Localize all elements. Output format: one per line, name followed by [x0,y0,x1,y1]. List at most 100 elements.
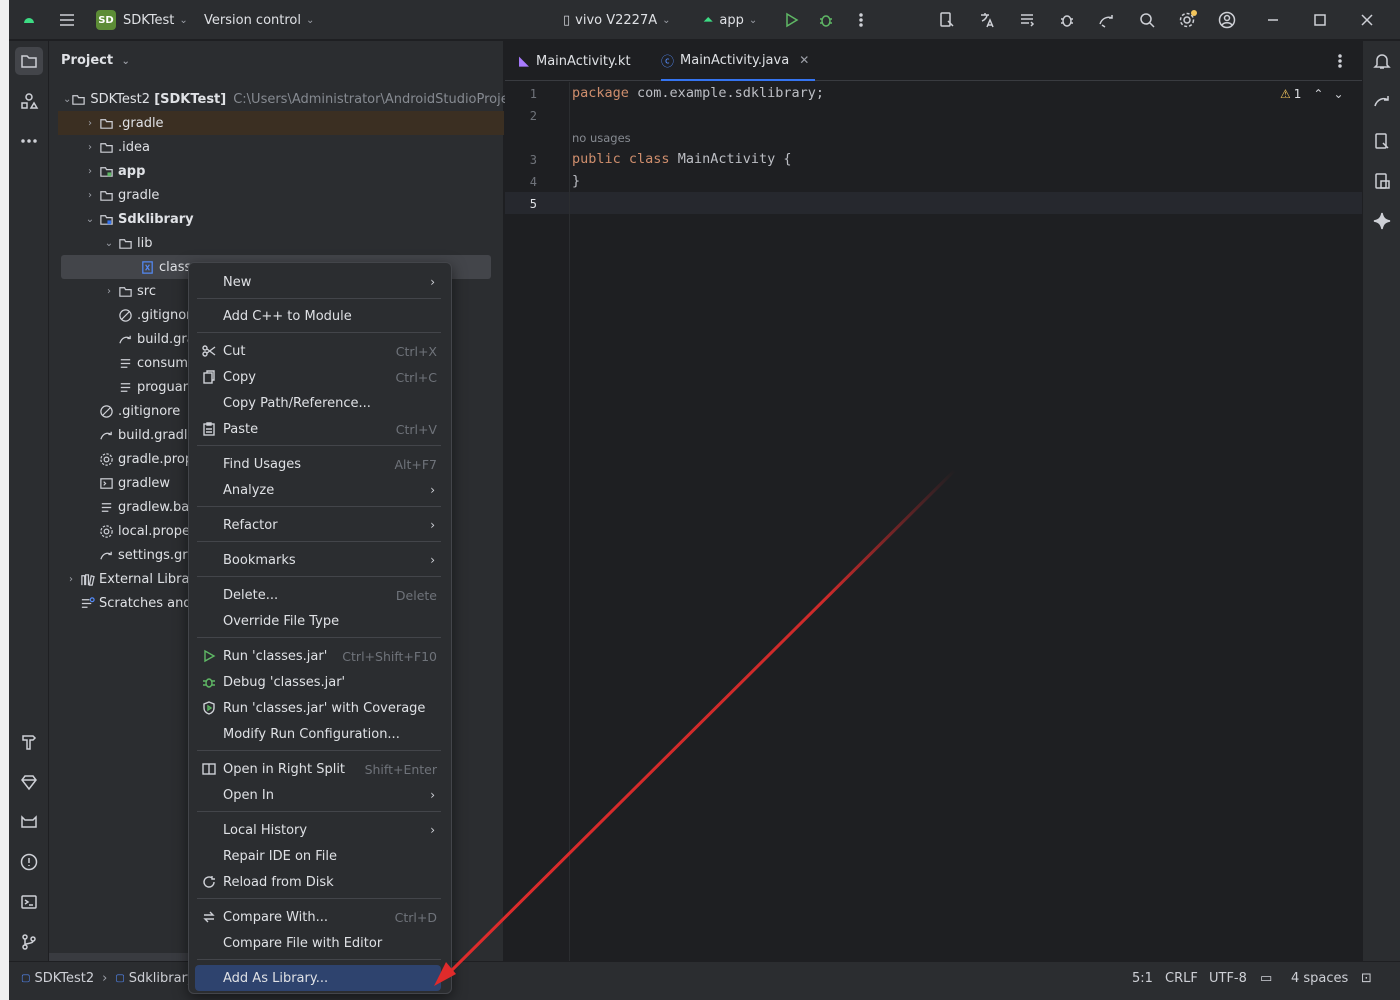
tree-row-gradlew-bat[interactable]: gradlew.bat [98,495,194,519]
debug-icon[interactable] [814,8,838,32]
menu-item-run-coverage[interactable]: Run 'classes.jar' with Coverage [195,695,441,721]
code-line-1[interactable]: package com.example.sdklibrary; [572,85,824,101]
tab-mainactivity-kt[interactable]: ◣ MainActivity.kt [519,41,631,81]
tree-row-consumer[interactable]: consume [117,351,196,375]
terminal-icon[interactable] [15,888,43,916]
menu-item-copy[interactable]: Copy Ctrl+C [195,364,441,390]
gradle-sync-icon[interactable] [1095,8,1119,32]
tree-row-dot-gradle[interactable]: › .gradle [58,111,504,135]
tree-row-gitignore[interactable]: .gitignore [98,399,180,423]
device-selector[interactable]: ▯ vivo V2227A ⌄ [563,0,671,40]
menu-item-repair-ide[interactable]: Repair IDE on File [195,843,441,869]
more-tools-icon[interactable] [15,127,43,155]
gem-icon[interactable] [15,768,43,796]
settings-icon[interactable] [1175,8,1199,32]
menu-item-compare-with[interactable]: Compare With... Ctrl+D [195,904,441,930]
translate-icon[interactable] [975,8,999,32]
run-config-selector[interactable]: ⏶ app ⌄ [703,0,757,40]
notifications-icon[interactable] [1368,47,1396,75]
vcs-widget[interactable]: Version control ⌄ [204,0,314,40]
problems-icon[interactable] [15,848,43,876]
memory-indicator-icon[interactable]: ▭ [1260,962,1272,994]
next-highlight-icon[interactable]: ⌄ [1333,87,1343,101]
resource-manager-icon[interactable] [15,87,43,115]
chevron-right-icon[interactable]: › [82,142,98,153]
chevron-down-icon[interactable]: ⌄ [63,94,71,105]
account-icon[interactable] [1215,8,1239,32]
chevron-right-icon[interactable]: › [101,286,117,297]
menu-item-local-history[interactable]: Local History › [195,817,441,843]
device-manager-tool-icon[interactable] [1368,127,1396,155]
logcat-cat-icon[interactable] [15,808,43,836]
tree-row-lib-build-gradle[interactable]: build.gra [117,327,195,351]
tab-mainactivity-java[interactable]: ⓒ MainActivity.java ✕ [661,41,816,81]
caret-position[interactable]: 5:1 [1132,962,1153,994]
tab-options-icon[interactable] [1328,49,1352,73]
previous-highlight-icon[interactable]: ⌃ [1313,87,1323,101]
chevron-down-icon[interactable]: ⌄ [82,214,98,225]
menu-item-cut[interactable]: Cut Ctrl+X [195,338,441,364]
project-tool-icon[interactable] [15,47,43,75]
indent-setting[interactable]: 4 spaces [1291,962,1348,994]
file-encoding[interactable]: UTF-8 [1209,962,1247,994]
tree-row-idea[interactable]: › .idea [82,135,150,159]
app-inspection-icon[interactable] [1055,8,1079,32]
tree-row-sdklibrary[interactable]: ⌄ Sdklibrary [82,207,194,231]
more-actions-icon[interactable] [849,8,873,32]
menu-item-paste[interactable]: Paste Ctrl+V [195,416,441,442]
tree-row-local-properties[interactable]: local.prope [98,519,190,543]
project-widget[interactable]: SD SDKTest ⌄ [96,0,188,40]
horizontal-scrollbar[interactable] [49,953,189,961]
git-icon[interactable] [15,928,43,956]
project-panel-header[interactable]: Project ⌄ [61,53,130,68]
minimize-icon[interactable] [1261,8,1285,32]
breadcrumb-item[interactable]: SDKTest2 [34,971,94,986]
running-devices-icon[interactable] [1368,167,1396,195]
code-line-4[interactable]: } [572,173,580,189]
tree-row-src[interactable]: › src [101,279,156,303]
close-tab-icon[interactable]: ✕ [799,53,809,67]
tree-row-root[interactable]: ⌄ SDKTest2 [SDKTest] C:\Users\Administrat… [63,87,540,111]
inspection-widget[interactable]: ⚠ 1 ⌃ ⌄ [1280,87,1344,101]
tree-row-lib[interactable]: ⌄ lib [101,231,153,255]
chevron-right-icon[interactable]: › [82,166,98,177]
menu-item-compare-with-editor[interactable]: Compare File with Editor [195,930,441,956]
maximize-icon[interactable] [1308,8,1332,32]
menu-item-analyze[interactable]: Analyze › [195,477,441,503]
gemini-sparkle-icon[interactable] [1368,207,1396,235]
menu-item-delete[interactable]: Delete... Delete [195,582,441,608]
chevron-right-icon[interactable]: › [82,118,98,129]
menu-item-override-file-type[interactable]: Override File Type [195,608,441,634]
device-manager-icon[interactable] [935,8,959,32]
tree-row-gradle[interactable]: › gradle [82,183,159,207]
chevron-right-icon[interactable]: › [82,190,98,201]
menu-item-add-as-library[interactable]: Add As Library... [195,965,441,991]
tree-row-settings-gradle[interactable]: settings.gra [98,543,196,567]
chevron-down-icon[interactable]: ⌄ [101,238,117,249]
tree-row-app[interactable]: › app [82,159,145,183]
menu-item-modify-run-config[interactable]: Modify Run Configuration... [195,721,441,747]
menu-item-reload-from-disk[interactable]: Reload from Disk [195,869,441,895]
tree-row-lib-gitignore[interactable]: .gitignor [117,303,192,327]
chevron-right-icon[interactable]: › [63,574,79,585]
menu-item-debug[interactable]: Debug 'classes.jar' [195,669,441,695]
search-icon[interactable] [1135,8,1159,32]
tree-row-scratches[interactable]: Scratches and [79,591,192,615]
read-only-lock-icon[interactable]: ⊡ [1361,962,1372,994]
menu-item-open-right-split[interactable]: Open in Right Split Shift+Enter [195,756,441,782]
tree-row-gradlew[interactable]: gradlew [98,471,170,495]
run-icon[interactable] [779,8,803,32]
line-separator[interactable]: CRLF [1165,962,1198,994]
gradle-tool-icon[interactable] [1368,87,1396,115]
tree-row-build-gradle[interactable]: build.gradle [98,423,196,447]
menu-item-run[interactable]: Run 'classes.jar' Ctrl+Shift+F10 [195,643,441,669]
build-icon[interactable] [15,728,43,756]
menu-item-find-usages[interactable]: Find Usages Alt+F7 [195,451,441,477]
menu-item-copy-path[interactable]: Copy Path/Reference... [195,390,441,416]
menu-item-new[interactable]: New › [195,269,441,295]
tree-row-proguard[interactable]: proguar [117,375,188,399]
menu-item-refactor[interactable]: Refactor › [195,512,441,538]
logcat-icon[interactable] [1015,8,1039,32]
close-icon[interactable] [1355,8,1379,32]
menu-item-bookmarks[interactable]: Bookmarks › [195,547,441,573]
